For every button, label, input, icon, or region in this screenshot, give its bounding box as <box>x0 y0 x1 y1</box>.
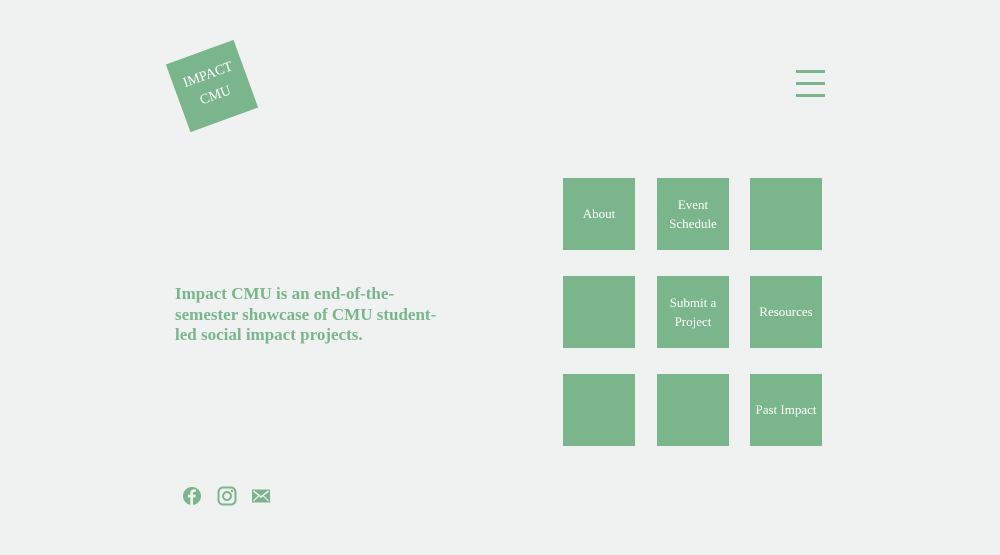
email-icon[interactable] <box>251 486 271 506</box>
tagline: Impact CMU is an end-of-the-semester sho… <box>175 284 437 344</box>
tile-empty <box>750 178 822 250</box>
facebook-icon[interactable] <box>182 486 202 506</box>
instagram-icon[interactable] <box>217 486 237 506</box>
logo-badge: IMPACT CMU <box>165 39 259 133</box>
tile-event-schedule[interactable]: Event Schedule <box>657 178 729 250</box>
tile-resources[interactable]: Resources <box>750 276 822 348</box>
hamburger-menu-icon[interactable] <box>796 70 826 98</box>
tile-submit-project[interactable]: Submit a Project <box>657 276 729 348</box>
tile-about[interactable]: About <box>563 178 635 250</box>
site-logo[interactable]: IMPACT CMU <box>165 39 259 133</box>
tile-past-impact[interactable]: Past Impact <box>750 374 822 446</box>
tile-empty <box>563 276 635 348</box>
tile-empty <box>563 374 635 446</box>
tile-empty <box>657 374 729 446</box>
